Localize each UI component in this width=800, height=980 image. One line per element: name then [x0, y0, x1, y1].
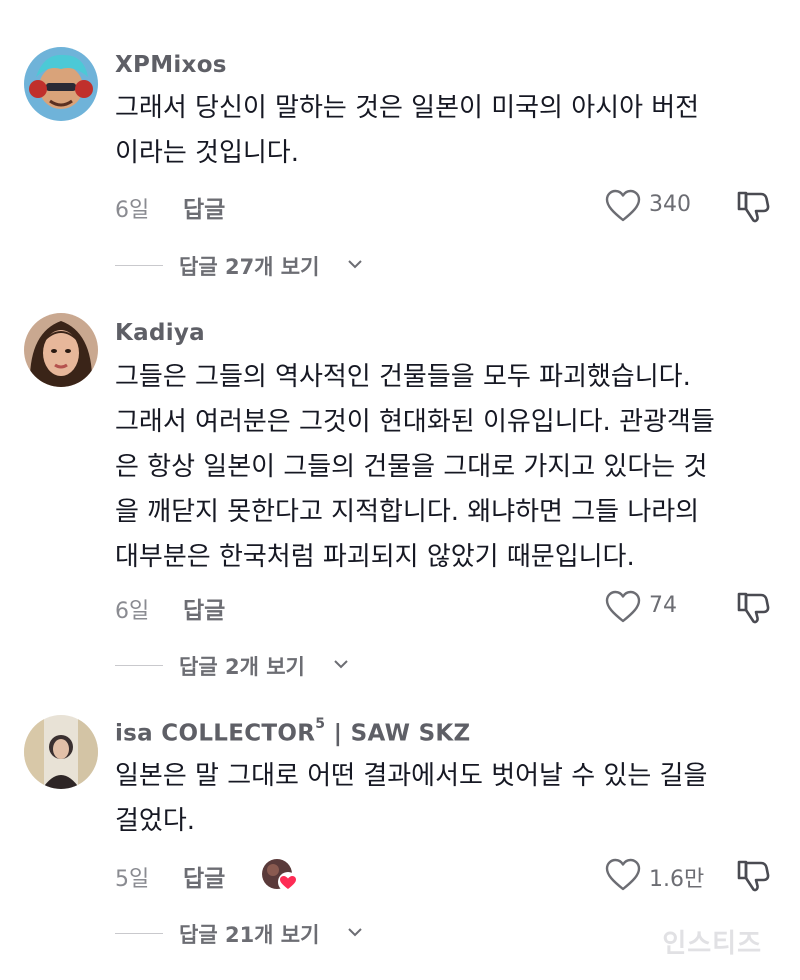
dislike-icon[interactable] [735, 589, 771, 625]
dislike-icon[interactable] [735, 857, 771, 893]
avatar[interactable] [24, 313, 98, 387]
comment-meta: 5일 답글 1.6만 [115, 855, 775, 895]
comment-text: 그래서 당신이 말하는 것은 일본이 미국의 아시아 버전 이라는 것입니다. [115, 93, 700, 168]
comment-username[interactable]: Kadiya [115, 320, 205, 346]
comments-panel: XPMixos 그래서 당신이 말하는 것은 일본이 미국의 아시아 버전 이라… [0, 0, 800, 980]
chevron-down-icon [348, 260, 362, 269]
like-count: 340 [649, 192, 691, 217]
like-button[interactable]: 1.6만 [605, 855, 705, 895]
like-button[interactable]: 340 [605, 186, 705, 226]
divider-line [115, 265, 163, 266]
reply-button[interactable]: 답글 [183, 591, 225, 625]
comment-meta: 6일 답글 340 [115, 186, 775, 226]
divider-line [115, 665, 163, 666]
reply-button[interactable]: 답글 [183, 190, 225, 224]
view-replies-button[interactable]: 답글 2개 보기 [115, 647, 365, 683]
like-count: 74 [649, 593, 677, 618]
comment-age: 5일 [115, 867, 150, 892]
comment-text: 일본은 말 그대로 어떤 결과에서도 벗어날 수 있는 길을 걸었다. [115, 761, 708, 836]
view-replies-label: 답글 21개 보기 [179, 923, 320, 947]
comment-age: 6일 [115, 599, 150, 624]
view-replies-label: 답글 27개 보기 [179, 255, 320, 279]
chevron-down-icon [334, 660, 348, 669]
comment-username[interactable]: isa COLLECTOR5 | SAW SKZ [115, 716, 471, 747]
like-count: 1.6만 [649, 867, 705, 892]
avatar[interactable] [24, 47, 98, 121]
heart-outline-icon [605, 590, 641, 623]
comment-text: 그들은 그들의 역사적인 건물들을 모두 파괴했습니다. 그래서 여러분은 그것… [115, 362, 715, 572]
avatar[interactable] [24, 715, 98, 789]
watermark: 인스티즈 [662, 929, 762, 959]
like-button[interactable]: 74 [605, 587, 705, 627]
comment-username[interactable]: XPMixos [115, 52, 227, 78]
view-replies-button[interactable]: 답글 21개 보기 [115, 915, 375, 951]
divider-line [115, 933, 163, 934]
view-replies-button[interactable]: 답글 27개 보기 [115, 247, 375, 283]
chevron-down-icon [348, 928, 362, 937]
dislike-icon[interactable] [735, 188, 771, 224]
reply-button[interactable]: 답글 [183, 859, 225, 893]
heart-outline-icon [605, 189, 641, 222]
username-superscript: 5 [315, 716, 326, 732]
heart-outline-icon [605, 858, 641, 891]
comment-age: 6일 [115, 198, 150, 223]
creator-liked-heart-icon [262, 859, 298, 892]
comment-meta: 6일 답글 74 [115, 587, 775, 627]
view-replies-label: 답글 2개 보기 [179, 655, 305, 679]
